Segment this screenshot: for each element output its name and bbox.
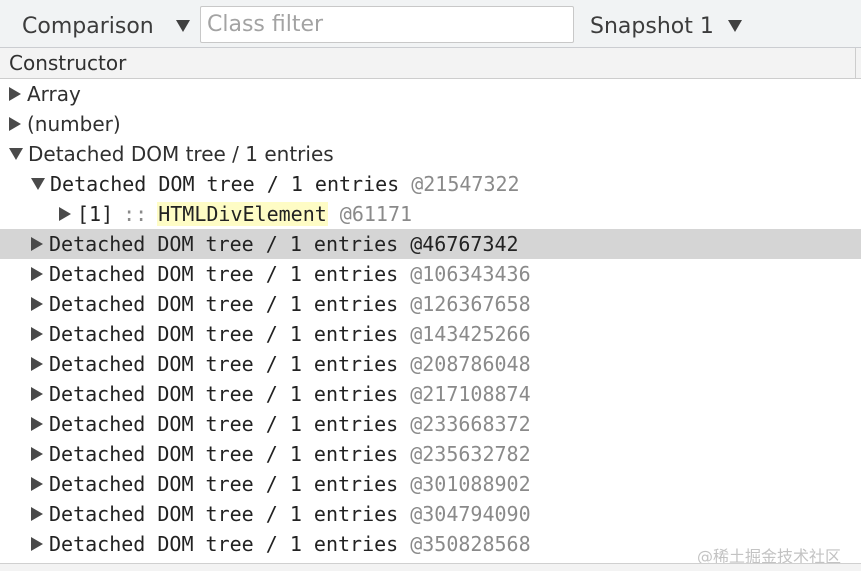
collapse-arrow-icon[interactable] xyxy=(9,148,23,160)
tree-row[interactable]: Detached DOM tree / 1 entries @233668372 xyxy=(0,409,861,439)
object-id: @233668372 xyxy=(410,412,531,436)
tree-row-number[interactable]: (number) xyxy=(0,109,861,139)
constructor-name: Detached DOM tree / 1 entries xyxy=(28,142,334,166)
object-name: Detached DOM tree / 1 entries xyxy=(49,532,399,556)
tree-row[interactable]: Detached DOM tree / 1 entries @126367658 xyxy=(0,289,861,319)
object-name: Detached DOM tree / 1 entries xyxy=(49,412,399,436)
object-id: @61171 xyxy=(339,202,413,226)
collapse-arrow-icon[interactable] xyxy=(31,178,45,190)
element-type: HTMLDivElement xyxy=(157,202,328,226)
expand-arrow-icon[interactable] xyxy=(31,237,43,251)
tree-row[interactable]: Detached DOM tree / 1 entries @235632782 xyxy=(0,439,861,469)
object-name: Detached DOM tree / 1 entries xyxy=(49,382,399,406)
expand-arrow-icon[interactable] xyxy=(31,477,43,491)
object-name: Detached DOM tree / 1 entries xyxy=(49,472,399,496)
object-id: @301088902 xyxy=(410,472,531,496)
object-name: Detached DOM tree / 1 entries xyxy=(49,232,399,256)
tree-row[interactable]: Detached DOM tree / 1 entries @301088902 xyxy=(0,469,861,499)
object-id: @106343436 xyxy=(410,262,531,286)
column-divider[interactable] xyxy=(855,48,856,79)
tree-row-array[interactable]: Array xyxy=(0,79,861,109)
object-id: @235632782 xyxy=(410,442,531,466)
object-id: @304794090 xyxy=(410,502,531,526)
object-id: @21547322 xyxy=(411,172,520,196)
class-filter-input[interactable] xyxy=(200,6,574,43)
object-name: Detached DOM tree / 1 entries xyxy=(49,502,399,526)
element-separator: :: xyxy=(123,202,148,226)
expand-arrow-icon[interactable] xyxy=(31,387,43,401)
tree-row[interactable]: Detached DOM tree / 1 entries @46767342 xyxy=(0,229,861,259)
object-id: @126367658 xyxy=(410,292,531,316)
constructor-name: (number) xyxy=(27,112,121,136)
column-header: Constructor xyxy=(0,48,861,79)
chevron-down-icon xyxy=(175,20,190,32)
object-id: @208786048 xyxy=(410,352,531,376)
object-id: @350828568 xyxy=(410,532,531,556)
tree-row-element[interactable]: [1] :: HTMLDivElement @61171 xyxy=(0,199,861,229)
object-name: Detached DOM tree / 1 entries xyxy=(50,172,400,196)
tree-row-expanded-child[interactable]: Detached DOM tree / 1 entries @21547322 xyxy=(0,169,861,199)
object-id: @217108874 xyxy=(410,382,531,406)
object-name: Detached DOM tree / 1 entries xyxy=(49,442,399,466)
expand-arrow-icon[interactable] xyxy=(9,117,21,131)
element-index: [1] xyxy=(77,202,114,226)
object-name: Detached DOM tree / 1 entries xyxy=(49,322,399,346)
tree-row[interactable]: Detached DOM tree / 1 entries @143425266 xyxy=(0,319,861,349)
object-name: Detached DOM tree / 1 entries xyxy=(49,262,399,286)
chevron-down-icon xyxy=(727,20,742,32)
toolbar: Comparison Snapshot 1 xyxy=(0,0,861,48)
status-bar xyxy=(0,564,861,571)
object-id: @46767342 xyxy=(410,232,519,256)
snapshot-select[interactable]: Snapshot 1 xyxy=(590,12,742,40)
expand-arrow-icon[interactable] xyxy=(9,87,21,101)
expand-arrow-icon[interactable] xyxy=(31,507,43,521)
expand-arrow-icon[interactable] xyxy=(31,357,43,371)
expand-arrow-icon[interactable] xyxy=(31,447,43,461)
expand-arrow-icon[interactable] xyxy=(31,327,43,341)
tree-row[interactable]: Detached DOM tree / 1 entries @106343436 xyxy=(0,259,861,289)
expand-arrow-icon[interactable] xyxy=(31,417,43,431)
constructor-column-header[interactable]: Constructor xyxy=(9,51,126,75)
view-mode-select[interactable]: Comparison xyxy=(22,12,190,40)
constructor-name: Array xyxy=(27,82,81,106)
tree-row[interactable]: Detached DOM tree / 1 entries @304794090 xyxy=(0,499,861,529)
object-name: Detached DOM tree / 1 entries xyxy=(49,352,399,376)
object-name: Detached DOM tree / 1 entries xyxy=(49,292,399,316)
tree-row[interactable]: Detached DOM tree / 1 entries @217108874 xyxy=(0,379,861,409)
constructor-tree: Array (number) Detached DOM tree / 1 ent… xyxy=(0,79,861,559)
tree-row-detached-dom-tree[interactable]: Detached DOM tree / 1 entries xyxy=(0,139,861,169)
view-mode-label: Comparison xyxy=(22,13,154,39)
expand-arrow-icon[interactable] xyxy=(31,267,43,281)
expand-arrow-icon[interactable] xyxy=(31,537,43,551)
object-id: @143425266 xyxy=(410,322,531,346)
expand-arrow-icon[interactable] xyxy=(31,297,43,311)
tree-row[interactable]: Detached DOM tree / 1 entries @208786048 xyxy=(0,349,861,379)
snapshot-label: Snapshot 1 xyxy=(590,13,714,39)
collapsed-children: Detached DOM tree / 1 entries @46767342 De… xyxy=(0,229,861,559)
expand-arrow-icon[interactable] xyxy=(59,207,71,221)
